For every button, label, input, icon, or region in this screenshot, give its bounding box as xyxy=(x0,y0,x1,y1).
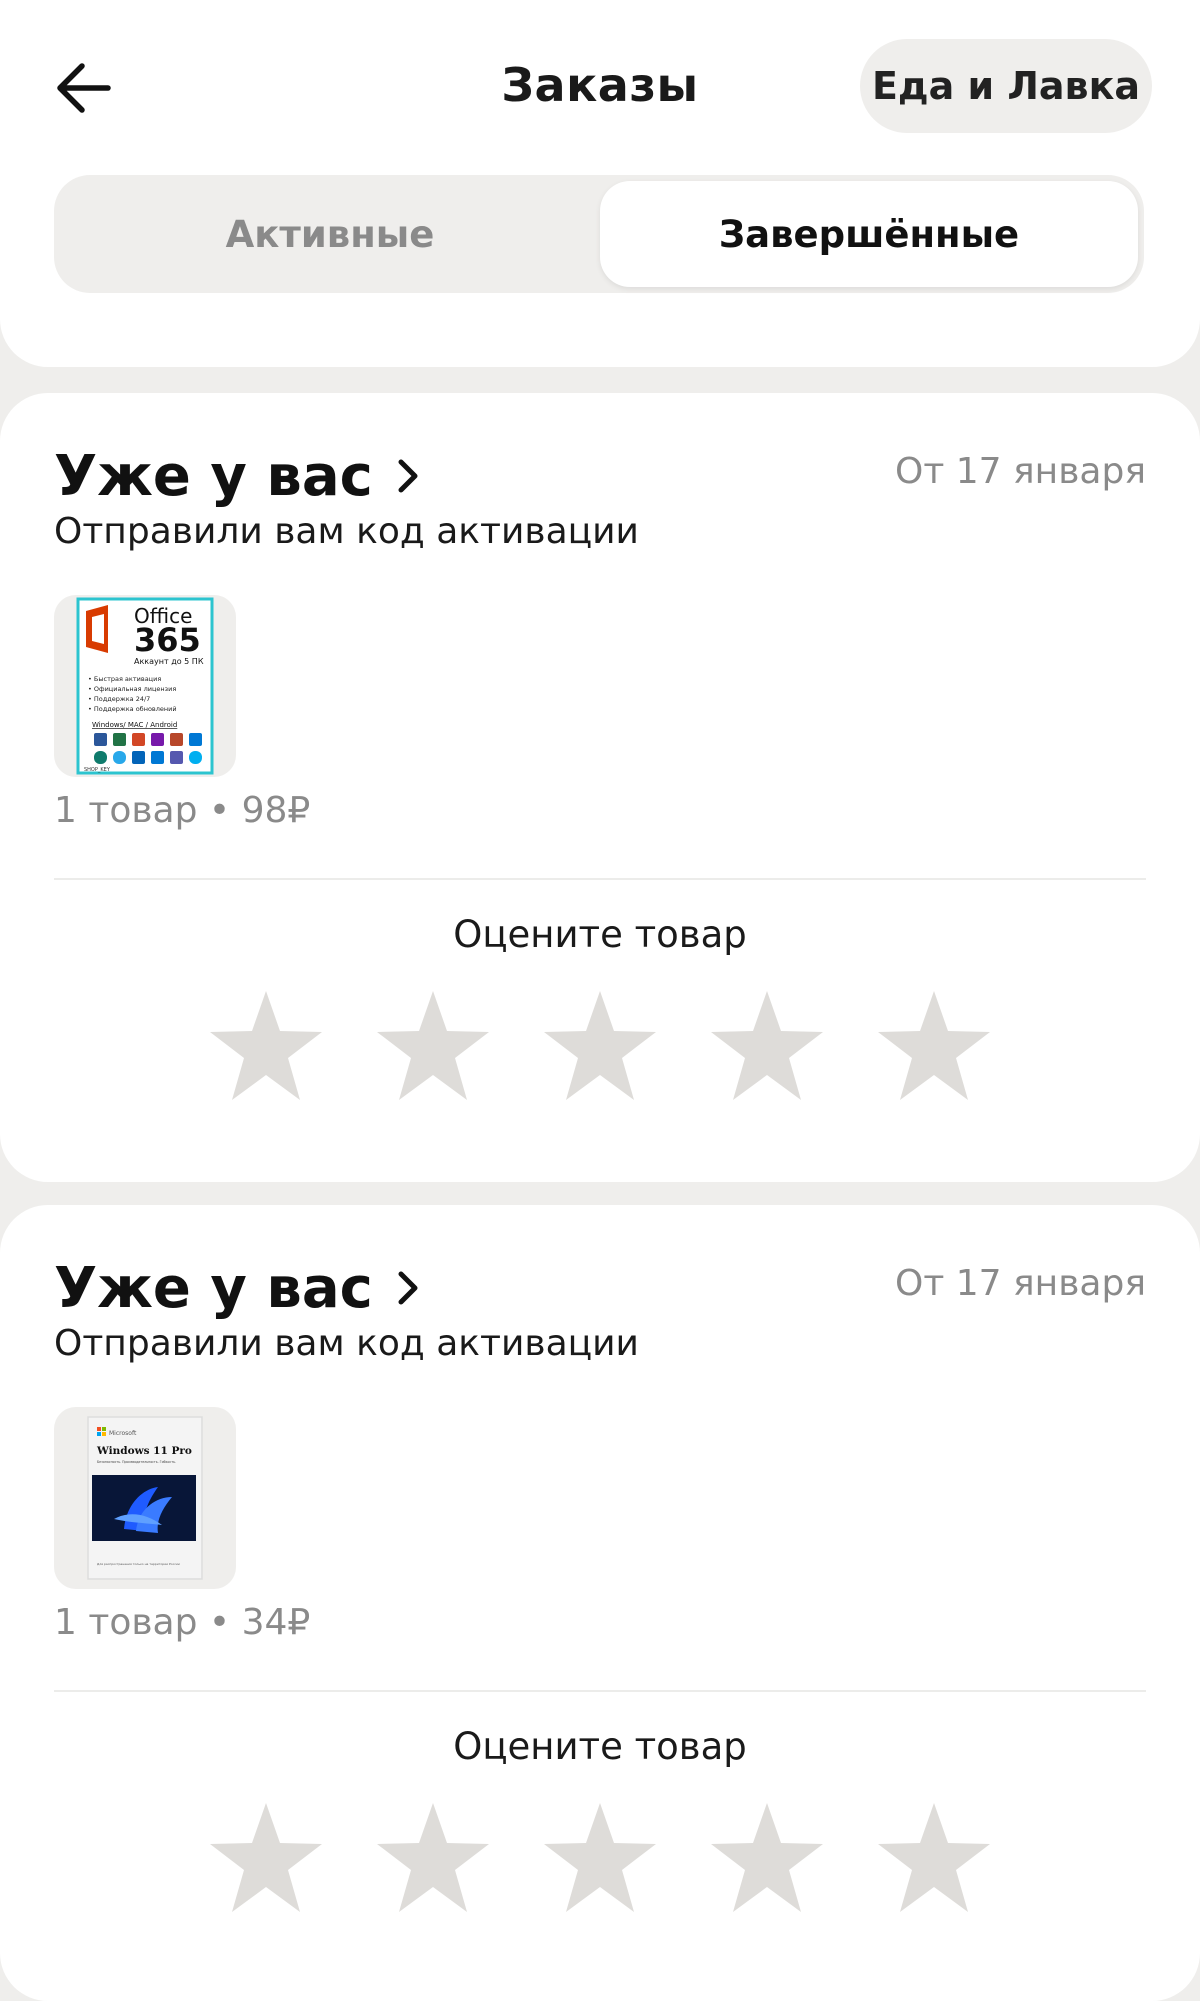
star-icon[interactable] xyxy=(540,987,660,1105)
product-footer: Для распространения только на территории… xyxy=(97,1562,180,1566)
order-status-link[interactable]: Уже у вас xyxy=(54,1253,421,1323)
star-icon[interactable] xyxy=(206,1799,326,1917)
product-title-line2: 365 xyxy=(134,621,201,659)
order-summary: 1 товар • 34₽ xyxy=(54,1602,311,1643)
order-date: От 17 января xyxy=(895,451,1146,492)
star-icon[interactable] xyxy=(707,1799,827,1917)
rating-stars xyxy=(206,1799,994,1917)
product-brand: Microsoft xyxy=(109,1430,137,1437)
order-date: От 17 января xyxy=(895,1263,1146,1304)
food-and-lavka-button[interactable]: Еда и Лавка xyxy=(860,39,1152,133)
star-icon[interactable] xyxy=(874,1799,994,1917)
product-feature: • Официальная лицензия xyxy=(88,685,176,693)
product-tagline: Безопасность. Производительность. Гибкос… xyxy=(97,1460,176,1464)
order-card: Уже у вас От 17 января Отправили вам код… xyxy=(0,1205,1200,2001)
order-subtitle: Отправили вам код активации xyxy=(54,511,639,552)
tab-completed[interactable]: Завершённые xyxy=(600,181,1138,287)
product-feature: • Поддержка обновлений xyxy=(88,705,177,713)
order-card: Уже у вас От 17 января Отправили вам код… xyxy=(0,393,1200,1182)
tab-active[interactable]: Активные xyxy=(61,181,599,287)
order-status-label: Уже у вас xyxy=(54,443,373,509)
rate-product-label: Оцените товар xyxy=(453,1725,747,1768)
order-status-link[interactable]: Уже у вас xyxy=(54,441,421,511)
star-icon[interactable] xyxy=(874,987,994,1105)
product-tagline: Аккаунт до 5 ПК xyxy=(134,657,204,666)
rate-product-label: Оцените товар xyxy=(453,913,747,956)
order-subtitle: Отправили вам код активации xyxy=(54,1323,639,1364)
star-icon[interactable] xyxy=(540,1799,660,1917)
product-seller: SHOP_KEY xyxy=(84,767,111,773)
header-card: Заказы Еда и Лавка Активные Завершённые xyxy=(0,0,1200,367)
product-thumbnail[interactable]: Office 365 Аккаунт до 5 ПК • Быстрая акт… xyxy=(54,595,236,777)
order-status-label: Уже у вас xyxy=(54,1255,373,1321)
rating-stars xyxy=(206,987,994,1105)
product-feature: • Быстрая активация xyxy=(88,675,161,683)
chevron-right-icon xyxy=(398,459,418,493)
product-thumbnail[interactable]: Microsoft Windows 11 Pro Безопасность. П… xyxy=(54,1407,236,1589)
product-platforms: Windows/ MAC / Android xyxy=(92,721,177,729)
product-title: Windows 11 Pro xyxy=(96,1445,192,1457)
star-icon[interactable] xyxy=(707,987,827,1105)
divider xyxy=(54,1690,1146,1692)
chevron-right-icon xyxy=(398,1271,418,1305)
product-feature: • Поддержка 24/7 xyxy=(88,695,150,703)
star-icon[interactable] xyxy=(373,987,493,1105)
windows-11-pro-box-image: Microsoft Windows 11 Pro Безопасность. П… xyxy=(87,1416,203,1580)
divider xyxy=(54,878,1146,880)
office-365-box-image: Office 365 Аккаунт до 5 ПК • Быстрая акт… xyxy=(76,597,214,775)
star-icon[interactable] xyxy=(373,1799,493,1917)
order-tabs: Активные Завершённые xyxy=(54,175,1144,293)
star-icon[interactable] xyxy=(206,987,326,1105)
order-summary: 1 товар • 98₽ xyxy=(54,790,311,831)
